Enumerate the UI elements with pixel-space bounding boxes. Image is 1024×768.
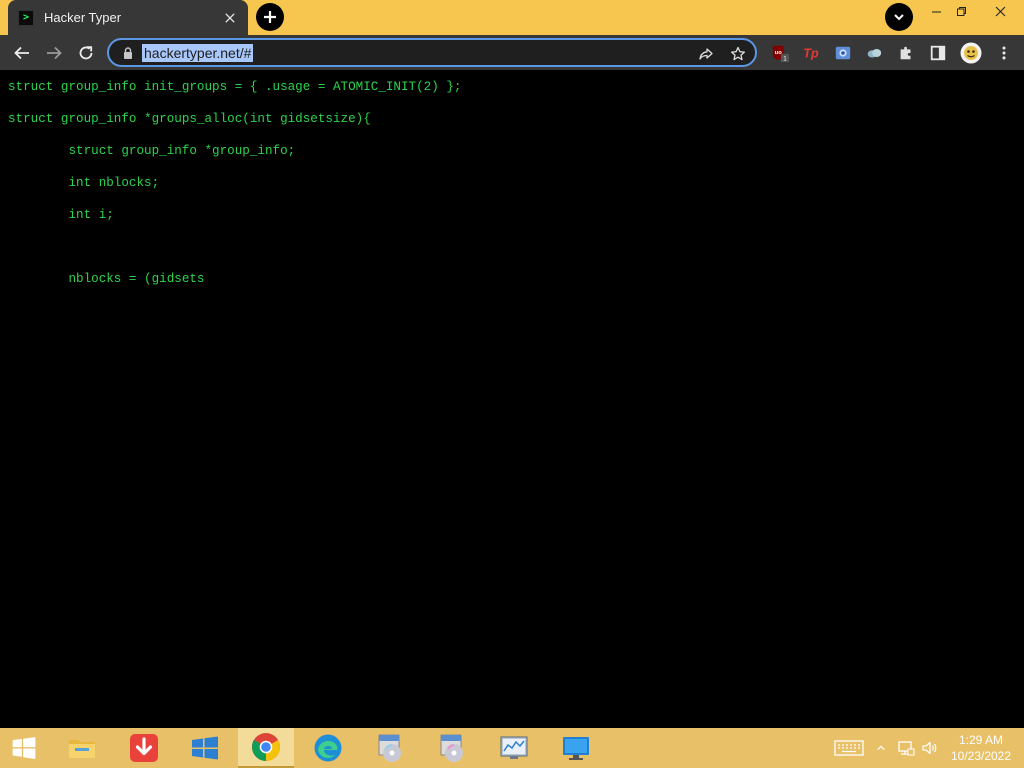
monitor-chart-icon — [500, 736, 528, 759]
chevron-up-icon — [877, 745, 885, 751]
clock-date: 10/23/2022 — [950, 749, 1012, 763]
browser-menu-button[interactable] — [994, 43, 1014, 63]
minimize-icon — [931, 11, 941, 12]
cd-installer-icon — [378, 734, 401, 762]
arrow-left-icon — [14, 46, 29, 60]
tp-extension[interactable]: Tp — [801, 43, 821, 63]
close-window-button[interactable] — [983, 0, 1017, 22]
forward-button[interactable] — [40, 39, 68, 67]
reload-icon — [79, 46, 93, 60]
code-line: struct group_info *group_info; — [8, 144, 296, 158]
bookmark-button[interactable] — [728, 44, 748, 64]
new-tab-button[interactable] — [256, 3, 284, 31]
ublock-origin-extension[interactable]: uo 1 — [770, 43, 790, 63]
plus-icon — [264, 11, 276, 23]
cloud-extension[interactable] — [864, 43, 884, 63]
taskbar-file-explorer[interactable] — [54, 728, 110, 768]
restore-button[interactable] — [944, 0, 978, 22]
windows-logo-icon — [12, 737, 36, 759]
chevron-down-icon — [894, 14, 904, 21]
clock-time: 1:29 AM — [958, 733, 1004, 747]
show-hidden-icons-button[interactable] — [874, 737, 888, 759]
tab-strip: > Hacker Typer — [0, 0, 1024, 35]
chrome-icon — [252, 733, 280, 761]
tab-search-button[interactable] — [885, 3, 913, 31]
tp-label: Tp — [803, 47, 819, 61]
code-line: int nblocks; — [8, 176, 160, 190]
folder-icon — [69, 740, 95, 758]
back-button[interactable] — [8, 39, 36, 67]
edge-icon — [314, 734, 342, 762]
star-icon — [730, 46, 746, 61]
code-output: struct group_info init_groups = { .usage… — [8, 80, 461, 304]
speaker-icon — [922, 741, 937, 755]
cloud-icon — [867, 48, 882, 58]
tab-title: Hacker Typer — [44, 10, 122, 25]
photo-icon — [835, 46, 851, 60]
taskbar-windows-app[interactable] — [177, 728, 233, 768]
taskbar-cd-installer-1[interactable] — [362, 728, 418, 768]
reload-button[interactable] — [72, 39, 100, 67]
avatar-icon — [960, 42, 982, 64]
taskbar-chrome[interactable] — [238, 728, 294, 768]
terminal-favicon-icon: > — [18, 9, 34, 26]
close-icon — [995, 6, 1005, 16]
browser-tab[interactable]: > Hacker Typer — [8, 0, 248, 35]
share-icon — [699, 48, 713, 60]
code-line: struct group_info *groups_alloc(int gids… — [8, 112, 371, 126]
taskbar-download-manager[interactable] — [116, 728, 172, 768]
sidepanel-icon — [930, 45, 946, 61]
code-line: nblocks = (gidsets — [8, 272, 205, 286]
more-vertical-icon — [1002, 46, 1006, 60]
arrow-right-icon — [47, 46, 62, 60]
taskbar-clock[interactable]: 1:29 AM 10/23/2022 — [944, 732, 1018, 764]
close-tab-icon[interactable] — [222, 10, 238, 26]
lock-icon[interactable] — [121, 46, 135, 60]
code-line: struct group_info init_groups = { .usage… — [8, 80, 462, 94]
desktop-monitor-icon — [563, 737, 589, 760]
share-button[interactable] — [696, 44, 716, 64]
network-icon — [898, 741, 915, 756]
taskbar-edge[interactable] — [300, 728, 356, 768]
taskbar-remote-desktop[interactable] — [548, 728, 604, 768]
taskbar-cd-installer-2[interactable] — [424, 728, 480, 768]
puzzle-icon — [900, 46, 911, 60]
address-bar[interactable]: hackertyper.net/# — [107, 38, 757, 67]
network-status-button[interactable] — [896, 737, 916, 759]
profile-avatar[interactable] — [960, 42, 982, 64]
ublock-origin-icon: uo 1 — [772, 45, 789, 62]
browser-toolbar: hackertyper.net/# uo 1 Tp — [0, 35, 1024, 70]
tp-icon: Tp — [803, 47, 819, 61]
touch-keyboard-button[interactable] — [833, 737, 865, 759]
code-line: int i; — [8, 208, 114, 222]
restore-icon — [956, 6, 966, 16]
cd-installer-icon — [440, 734, 463, 762]
download-icon — [130, 734, 158, 762]
side-panel-button[interactable] — [928, 43, 948, 63]
taskbar: 1:29 AM 10/23/2022 — [0, 728, 1024, 768]
volume-button[interactable] — [920, 737, 940, 759]
photo-extension[interactable] — [833, 43, 853, 63]
url-text[interactable]: hackertyper.net/# — [142, 44, 254, 62]
windows-tiles-icon — [192, 736, 218, 760]
keyboard-icon — [834, 740, 864, 756]
extensions-menu-button[interactable] — [896, 43, 916, 63]
start-button[interactable] — [0, 728, 48, 768]
ublock-badge: 1 — [783, 56, 787, 62]
hacker-typer-page[interactable]: struct group_info init_groups = { .usage… — [0, 70, 1024, 728]
taskbar-resource-monitor[interactable] — [486, 728, 542, 768]
